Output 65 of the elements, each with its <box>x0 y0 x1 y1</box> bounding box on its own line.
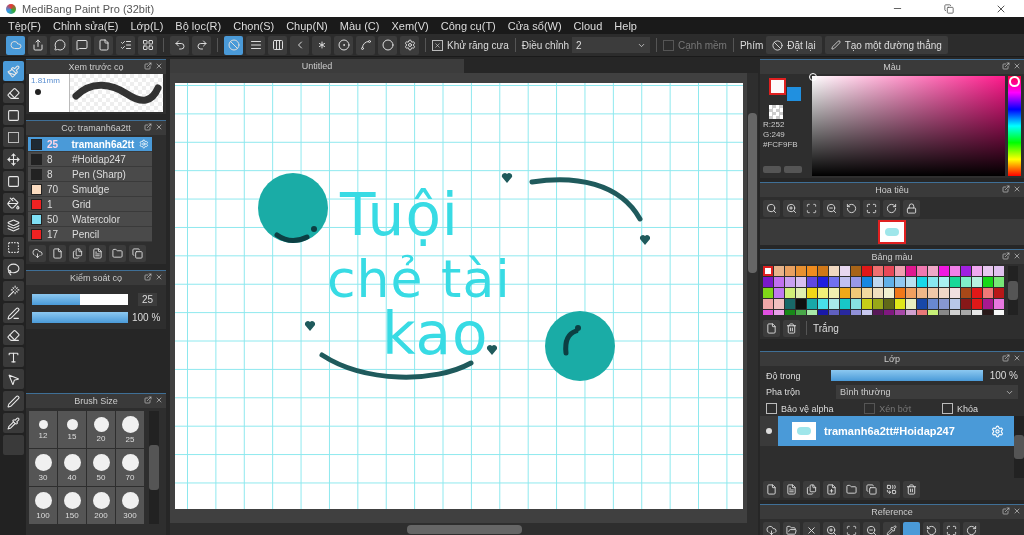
brush-size-cell[interactable]: 12 <box>29 411 57 448</box>
panel-title: Hoa tiêu <box>875 185 909 195</box>
menu-item[interactable]: Xem(V) <box>385 19 435 32</box>
brush-item[interactable]: 8 Pen (Sharp) <box>28 167 152 182</box>
correction-label: Điều chỉnh <box>521 39 570 51</box>
color-value: R:252 <box>763 120 786 129</box>
menu-item[interactable]: Lớp(L) <box>124 19 170 32</box>
brush-item[interactable]: 17 Pencil <box>28 227 152 242</box>
brush-size-cell[interactable]: 30 <box>29 449 57 486</box>
brush-item[interactable]: 8 #Hoidap247 <box>28 152 152 167</box>
antialias-label: Khử răng cưa <box>447 39 509 51</box>
swatch-name: Trắng <box>813 322 839 334</box>
opacity-value: 100 % <box>989 370 1018 381</box>
menu-item[interactable]: Chỉnh sửa(E) <box>47 19 125 32</box>
handwritten-text: chẻ tài <box>327 253 511 305</box>
brush-item[interactable]: 50 Watercolor <box>28 212 152 227</box>
menu-item[interactable]: Help <box>608 19 643 32</box>
handwritten-text: kao <box>382 305 489 363</box>
panel-title: Cọ: tramanh6a2tt <box>61 123 131 133</box>
panel-title: Reference <box>871 507 913 517</box>
brush-size-cell[interactable]: 20 <box>87 411 115 448</box>
hex-value: #FCF9FB <box>763 140 799 149</box>
panel-title: Lớp <box>884 354 900 364</box>
correction-select[interactable]: 2 <box>572 37 651 53</box>
blend-select[interactable]: Bình thường <box>836 385 1018 399</box>
menu-item[interactable]: Chụp(N) <box>280 19 334 32</box>
straight-line-button[interactable]: Tạo một đường thẳng <box>824 36 948 54</box>
brush-size-cell[interactable]: 15 <box>58 411 86 448</box>
soft-edge-label: Cạnh mềm <box>678 39 727 51</box>
layer-option-label: Bảo vệ alpha <box>781 403 834 414</box>
menu-item[interactable]: Cloud <box>567 19 609 32</box>
brush-size-text: 1.81mm <box>31 76 61 85</box>
brush-size-cell[interactable]: 50 <box>87 449 115 486</box>
panel-title: Brush Size <box>74 396 118 406</box>
size-value: 25 <box>138 293 158 306</box>
brush-size-cell[interactable]: 70 <box>116 449 144 486</box>
blend-label: Pha trộn <box>766 387 802 397</box>
brush-size-cell[interactable]: 100 <box>29 487 57 524</box>
brush-size-cell[interactable]: 200 <box>87 487 115 524</box>
menu-item[interactable]: Công cụ(T) <box>434 19 502 32</box>
brush-size-cell[interactable]: 300 <box>116 487 144 524</box>
opacity-label: Độ trong <box>766 370 802 381</box>
menu-item[interactable]: Cửa sổ(W) <box>501 19 568 32</box>
reset-button[interactable]: Đặt lại <box>766 36 822 54</box>
document-tab[interactable]: Untitled <box>170 59 464 73</box>
opacity-value: 100 % <box>132 312 161 323</box>
panel-title: Màu <box>883 62 901 72</box>
panel-title: Bảng màu <box>871 252 913 262</box>
menu-item[interactable]: Chọn(S) <box>227 19 281 32</box>
menu-item[interactable]: Bộ lọc(R) <box>169 19 228 32</box>
menu-item[interactable]: Màu (C) <box>333 19 386 32</box>
brush-item[interactable]: 1 Grid <box>28 197 152 212</box>
handwritten-text: Tuội <box>340 186 459 244</box>
window-title: MediBang Paint Pro (32bit) <box>22 2 156 15</box>
panel-title: Kiểm soát cọ <box>70 273 122 283</box>
brush-size-cell[interactable]: 25 <box>116 411 144 448</box>
keys-label: Phím <box>739 39 764 51</box>
brush-size-cell[interactable]: 150 <box>58 487 86 524</box>
brush-size-cell[interactable]: 40 <box>58 449 86 486</box>
menu-item[interactable]: Tệp(F) <box>2 19 47 32</box>
brush-item[interactable]: 70 Smudge <box>28 182 152 197</box>
layer-option-label: Xén bớt <box>879 403 912 414</box>
panel-title: Xem trước cọ <box>68 62 124 72</box>
color-value: G:249 <box>763 130 786 139</box>
layer-option-label: Khóa <box>956 403 978 414</box>
